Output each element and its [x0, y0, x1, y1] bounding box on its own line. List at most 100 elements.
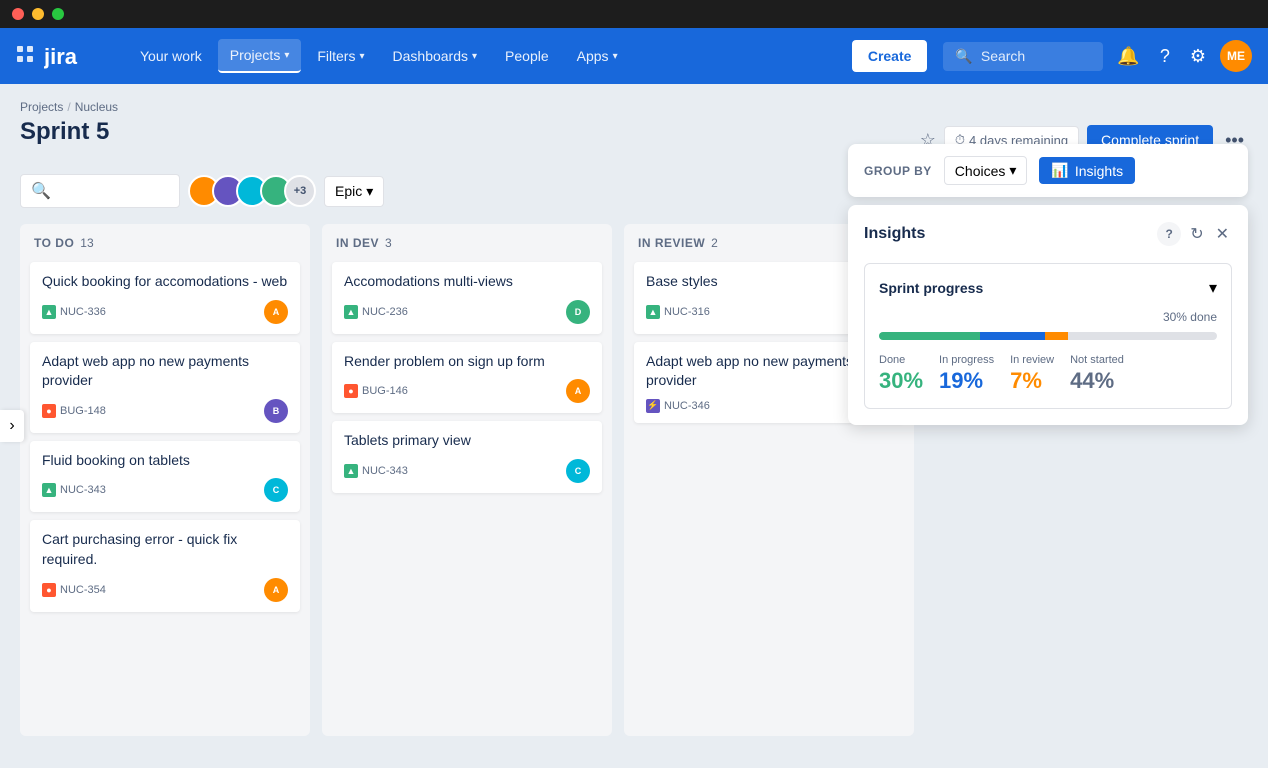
col-title-indev: IN DEV	[336, 236, 379, 250]
card-title: Cart purchasing error - quick fix requir…	[42, 530, 288, 569]
choices-label: Choices	[955, 163, 1006, 179]
card-nuc-336[interactable]: Quick booking for accomodations - web ▲ …	[30, 262, 300, 334]
nav-items: Your work Projects ▾ Filters ▾ Dashboard…	[128, 39, 630, 73]
card-avatar: C	[566, 459, 590, 483]
choices-button[interactable]: Choices ▾	[944, 156, 1028, 185]
col-title-inreview: IN REVIEW	[638, 236, 705, 250]
card-id-row: ▲ NUC-316	[646, 305, 710, 319]
insights-label: Insights	[1075, 163, 1123, 179]
sidebar-toggle[interactable]: ›	[0, 410, 24, 442]
card-num: NUC-343	[362, 465, 408, 477]
search-button[interactable]: 🔍 Search	[943, 42, 1103, 71]
svg-text:jira: jira	[44, 44, 78, 69]
stat-done: Done 30%	[879, 354, 923, 394]
card-id-row: ⚡ NUC-346	[646, 399, 710, 413]
avatar-group: +3	[188, 175, 316, 207]
nav-your-work[interactable]: Your work	[128, 40, 214, 72]
nav-apps[interactable]: Apps ▾	[565, 40, 630, 72]
card-title: Render problem on sign up form	[344, 352, 590, 372]
nav-right: 🔍 Search 🔔 ? ⚙ ME	[943, 40, 1252, 73]
create-button[interactable]: Create	[852, 40, 928, 72]
epic-filter-button[interactable]: Epic ▾	[324, 176, 384, 207]
progress-bar	[879, 332, 1217, 340]
maximize-dot[interactable]	[52, 8, 64, 20]
card-nuc-354[interactable]: Cart purchasing error - quick fix requir…	[30, 520, 300, 611]
stat-done-label: Done	[879, 354, 923, 366]
insights-refresh-button[interactable]: ↻	[1187, 221, 1206, 247]
breadcrumb-nucleus[interactable]: Nucleus	[75, 100, 118, 114]
projects-chevron: ▾	[284, 50, 289, 61]
card-nuc-343-tablets[interactable]: Tablets primary view ▲ NUC-343 C	[332, 421, 602, 493]
board-search[interactable]: 🔍	[20, 174, 180, 208]
jira-logo[interactable]: jira	[44, 42, 104, 70]
card-nuc-343-fluid[interactable]: Fluid booking on tablets ▲ NUC-343 C	[30, 441, 300, 513]
help-icon[interactable]: ?	[1154, 40, 1176, 73]
card-id-row: ▲ NUC-343	[344, 464, 408, 478]
insights-panel-header: Insights ? ↻ ✕	[864, 221, 1232, 247]
card-num: NUC-316	[664, 306, 710, 318]
search-icon: 🔍	[31, 181, 51, 201]
card-num: BUG-148	[60, 405, 106, 417]
card-avatar: A	[264, 300, 288, 324]
stat-notstarted-value: 44%	[1070, 368, 1124, 394]
grid-icon[interactable]	[16, 45, 34, 68]
card-id-row: ● BUG-146	[344, 384, 408, 398]
epic-label: Epic	[335, 183, 362, 199]
progress-in-review-bar	[1045, 332, 1069, 340]
filters-chevron: ▾	[359, 51, 364, 62]
navbar: jira Your work Projects ▾ Filters ▾ Dash…	[0, 28, 1268, 84]
card-meta: ● BUG-146 A	[344, 379, 590, 403]
col-count-indev: 3	[385, 236, 392, 250]
user-avatar[interactable]: ME	[1220, 40, 1252, 72]
card-num: NUC-336	[60, 306, 106, 318]
issue-type-story: ▲	[646, 305, 660, 319]
titlebar	[0, 0, 1268, 28]
card-id-row: ▲ NUC-336	[42, 305, 106, 319]
card-title: Adapt web app no new payments provider	[42, 352, 288, 391]
card-meta: ● BUG-148 B	[42, 399, 288, 423]
insights-close-button[interactable]: ✕	[1213, 221, 1232, 247]
page-title: Sprint 5	[20, 118, 109, 146]
stat-progress-value: 19%	[939, 368, 994, 394]
sprint-progress-chevron[interactable]: ▾	[1209, 278, 1217, 298]
card-avatar: C	[264, 478, 288, 502]
main-layout: › Projects / Nucleus Sprint 5 ☆ ⏱ 4 days…	[0, 84, 1268, 768]
nav-people[interactable]: People	[493, 40, 561, 72]
card-meta: ▲ NUC-336 A	[42, 300, 288, 324]
card-avatar: A	[566, 379, 590, 403]
card-bug-148[interactable]: Adapt web app no new payments provider ●…	[30, 342, 300, 433]
issue-type-bug: ●	[42, 583, 56, 597]
notifications-icon[interactable]: 🔔	[1111, 40, 1145, 73]
col-count-inreview: 2	[711, 236, 718, 250]
close-dot[interactable]	[12, 8, 24, 20]
insights-button[interactable]: 📊 Insights	[1039, 157, 1135, 184]
apps-chevron: ▾	[613, 51, 618, 62]
nav-projects[interactable]: Projects ▾	[218, 39, 302, 73]
nav-dashboards[interactable]: Dashboards ▾	[381, 40, 490, 72]
minimize-dot[interactable]	[32, 8, 44, 20]
progress-done-bar	[879, 332, 980, 340]
insights-help-button[interactable]: ?	[1157, 222, 1181, 246]
nav-filters[interactable]: Filters ▾	[305, 40, 376, 72]
choices-chevron: ▾	[1009, 162, 1016, 179]
card-avatar: A	[264, 578, 288, 602]
card-id-row: ▲ NUC-236	[344, 305, 408, 319]
stat-progress-label: In progress	[939, 354, 994, 366]
dashboards-chevron: ▾	[472, 51, 477, 62]
col-header-todo: TO DO 13	[30, 234, 300, 252]
card-bug-146[interactable]: Render problem on sign up form ● BUG-146…	[332, 342, 602, 414]
card-meta: ▲ NUC-343 C	[42, 478, 288, 502]
epic-chevron: ▾	[366, 183, 373, 200]
card-title: Quick booking for accomodations - web	[42, 272, 288, 292]
settings-icon[interactable]: ⚙	[1184, 40, 1212, 73]
card-meta: ▲ NUC-343 C	[344, 459, 590, 483]
breadcrumb-projects[interactable]: Projects	[20, 100, 63, 114]
col-title-todo: TO DO	[34, 236, 74, 250]
stat-done-value: 30%	[879, 368, 923, 394]
insights-overlay: GROUP BY Choices ▾ 📊 Insights Insights ?…	[848, 84, 1248, 425]
avatar-count[interactable]: +3	[284, 175, 316, 207]
card-meta: ▲ NUC-236 D	[344, 300, 590, 324]
card-nuc-236[interactable]: Accomodations multi-views ▲ NUC-236 D	[332, 262, 602, 334]
column-todo: TO DO 13 Quick booking for accomodations…	[20, 224, 310, 736]
board-search-input[interactable]	[57, 183, 157, 199]
